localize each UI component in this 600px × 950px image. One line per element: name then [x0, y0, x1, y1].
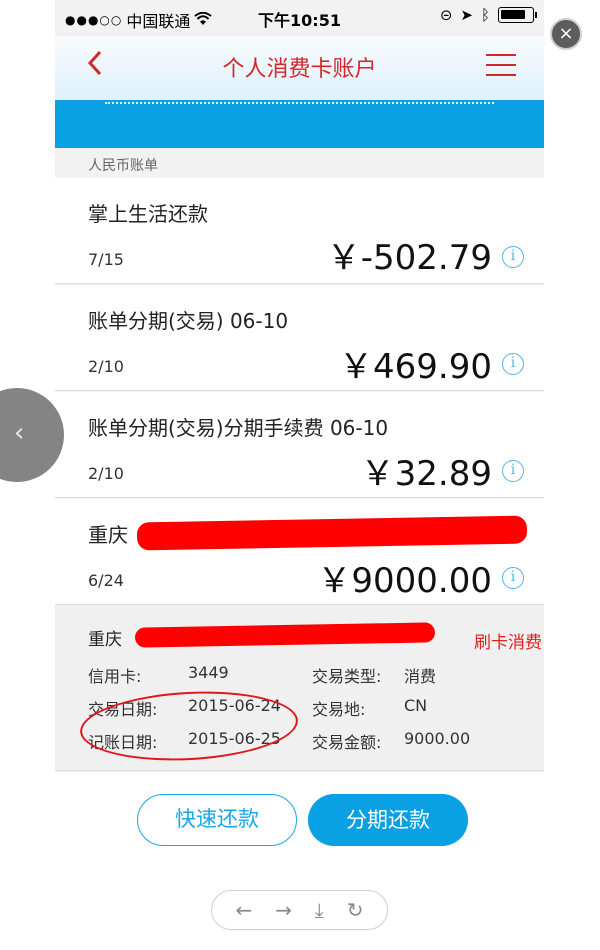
transaction-row[interactable]: 重庆 6/24 ￥9000.00 i [55, 499, 544, 605]
info-icon[interactable]: i [502, 353, 524, 375]
menu-button[interactable] [486, 54, 516, 78]
card-banner [55, 100, 544, 148]
location-icon: ➤ [460, 6, 473, 24]
dotted-divider [105, 100, 494, 104]
info-icon[interactable]: i [502, 246, 524, 268]
download-icon[interactable]: ⤓ [315, 898, 324, 922]
place-value: CN [404, 696, 428, 715]
transaction-title: 账单分期(交易) 06-10 [88, 309, 289, 333]
viewer-toolbar: ← → ⤓ ↻ [211, 890, 388, 930]
transaction-amount: ￥32.89 [360, 454, 492, 494]
info-icon[interactable]: i [502, 460, 524, 482]
transaction-date: 2/10 [88, 464, 124, 483]
transaction-date: 6/24 [88, 571, 124, 590]
card-label: 信用卡: [88, 667, 142, 686]
arrow-right-icon[interactable]: → [275, 898, 292, 922]
menu-icon-bar [486, 64, 516, 66]
transaction-amount: ￥469.90 [339, 347, 492, 387]
detail-merchant: 重庆 [88, 630, 122, 650]
annotation-label: 刷卡消费 [474, 633, 542, 653]
arrow-left-icon[interactable]: ← [235, 898, 252, 922]
type-label: 交易类型: [312, 667, 382, 686]
place-label: 交易地: [312, 700, 366, 719]
menu-icon-bar [486, 54, 516, 56]
menu-icon-bar [486, 74, 516, 76]
action-bar: 快速还款 分期还款 [55, 772, 544, 870]
redaction-scribble [136, 515, 528, 551]
status-right: ⊝ ➤ ᛒ [439, 6, 537, 24]
transaction-date: 2/10 [88, 357, 124, 376]
section-header: 人民币账单 [55, 148, 544, 178]
close-icon[interactable]: × [550, 18, 582, 50]
installment-repay-button[interactable]: 分期还款 [308, 794, 468, 846]
transaction-title: 掌上生活还款 [88, 202, 208, 226]
quick-repay-button[interactable]: 快速还款 [137, 794, 297, 846]
orientation-lock-icon: ⊝ [439, 6, 453, 24]
transaction-amount: ￥9000.00 [317, 561, 492, 601]
battery-icon [498, 7, 537, 23]
transaction-amount: ￥-502.79 [326, 238, 492, 278]
info-icon[interactable]: i [502, 567, 524, 589]
bluetooth-icon: ᛒ [480, 6, 490, 24]
transaction-title: 重庆 [88, 523, 128, 547]
transaction-row[interactable]: 账单分期(交易)分期手续费 06-10 2/10 ￥32.89 i [55, 392, 544, 498]
nav-bar: 个人消费卡账户 [55, 36, 544, 100]
transaction-row[interactable]: 掌上生活还款 7/15 ￥-502.79 i [55, 178, 544, 284]
card-value: 3449 [188, 663, 229, 682]
redaction-scribble [134, 622, 436, 648]
transaction-date: 7/15 [88, 250, 124, 269]
transaction-row[interactable]: 账单分期(交易) 06-10 2/10 ￥469.90 i [55, 285, 544, 391]
refresh-icon[interactable]: ↻ [347, 898, 364, 922]
amount-label: 交易金额: [312, 733, 382, 752]
status-bar: ●●●○○ 中国联通 下午10:51 ⊝ ➤ ᛒ [55, 0, 544, 36]
amount-value: 9000.00 [404, 729, 471, 748]
type-value: 消费 [404, 667, 437, 686]
transaction-title: 账单分期(交易)分期手续费 06-10 [88, 416, 389, 440]
page-title: 个人消费卡账户 [222, 57, 377, 82]
